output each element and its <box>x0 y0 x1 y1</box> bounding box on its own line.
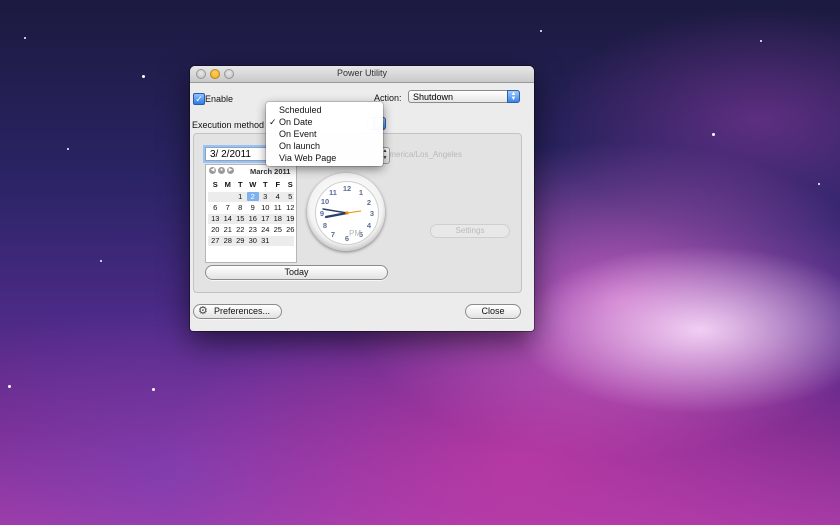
clock-hands <box>322 208 362 219</box>
star <box>8 385 11 388</box>
menu-item-on-launch[interactable]: On launch <box>279 141 320 151</box>
menu-item-via-web-page[interactable]: Via Web Page <box>279 153 336 163</box>
calendar-dow: M <box>224 180 231 189</box>
checkmark-icon: ✓ <box>195 94 203 104</box>
calendar-day[interactable]: 11 <box>272 203 285 212</box>
enable-checkbox[interactable]: ✓ <box>193 93 205 105</box>
star <box>712 133 715 136</box>
enable-label: Enable <box>205 94 234 104</box>
calendar-dow: F <box>275 180 281 189</box>
calendar-day[interactable]: 15 <box>234 214 247 223</box>
star <box>67 148 69 150</box>
preferences-label: Preferences... <box>214 306 271 316</box>
star <box>152 388 155 391</box>
date-field[interactable]: 3/ 2/2011 <box>205 147 267 161</box>
calendar-day[interactable]: 23 <box>247 225 260 234</box>
today-button[interactable]: Today <box>205 265 388 280</box>
calendar-day[interactable]: 17 <box>259 214 272 223</box>
hour-hand <box>324 211 349 219</box>
settings-button[interactable]: Settings <box>430 224 510 238</box>
previous-month-icon[interactable]: ◀ <box>209 167 216 174</box>
star <box>24 37 26 39</box>
execution-method-menu: Scheduled ✓ On Date On Event On launch V… <box>266 102 383 166</box>
gear-icon: ⚙ <box>198 305 208 317</box>
calendar-month: March 2011 <box>250 167 291 176</box>
calendar-day[interactable]: 19 <box>284 214 297 223</box>
calendar-day[interactable]: 7 <box>222 203 235 212</box>
calendar-day[interactable]: 22 <box>234 225 247 234</box>
calendar-day[interactable]: 26 <box>284 225 297 234</box>
calendar-day[interactable]: 16 <box>247 214 260 223</box>
calendar-day[interactable]: 8 <box>234 203 247 212</box>
second-hand <box>346 210 362 214</box>
minute-hand <box>322 208 348 214</box>
calendar-day[interactable]: 18 <box>272 214 285 223</box>
calendar-day[interactable]: 30 <box>247 236 260 245</box>
menu-item-on-event[interactable]: On Event <box>279 129 317 139</box>
execution-method-label: Execution method <box>192 120 265 130</box>
calendar-day[interactable]: 28 <box>222 236 235 245</box>
calendar-dow: S <box>287 180 293 189</box>
calendar-day[interactable]: 29 <box>234 236 247 245</box>
calendar-day[interactable]: 14 <box>222 214 235 223</box>
calendar: ◀ ● ▶ March 2011 S M T W T F S 1 2 3 4 5… <box>205 164 297 263</box>
calendar-day[interactable]: 31 <box>259 236 272 245</box>
calendar-day[interactable]: 21 <box>222 225 235 234</box>
calendar-day[interactable]: 20 <box>209 225 222 234</box>
calendar-day-selected[interactable]: 2 <box>246 192 259 201</box>
calendar-day[interactable]: 13 <box>209 214 222 223</box>
next-month-icon[interactable]: ▶ <box>227 167 234 174</box>
action-popup[interactable]: Shutdown ▲ ▼ <box>408 90 520 103</box>
checkmark-icon: ✓ <box>269 117 277 127</box>
calendar-day[interactable]: 10 <box>259 203 272 212</box>
calendar-dow: T <box>262 180 268 189</box>
calendar-dow: W <box>249 180 257 189</box>
star <box>540 30 542 32</box>
window-title: Power Utility <box>336 68 387 78</box>
calendar-day[interactable]: 24 <box>259 225 272 234</box>
star <box>142 75 145 78</box>
menu-item-scheduled[interactable]: Scheduled <box>279 105 322 115</box>
calendar-day[interactable]: 27 <box>209 236 222 245</box>
calendar-day[interactable]: 4 <box>272 192 285 201</box>
action-value: Shutdown <box>413 92 454 102</box>
calendar-day[interactable]: 6 <box>209 203 222 212</box>
calendar-dow: T <box>237 180 243 189</box>
calendar-day[interactable]: 9 <box>247 203 260 212</box>
calendar-day[interactable]: 12 <box>284 203 297 212</box>
close-button[interactable]: Close <box>465 304 521 319</box>
calendar-dow: S <box>212 180 218 189</box>
analog-clock[interactable]: 12 1 2 3 4 5 6 7 8 9 10 11 PM <box>307 173 385 251</box>
timezone-text: America/Los_Angeles <box>384 150 462 159</box>
menu-item-on-date[interactable]: On Date <box>279 117 313 127</box>
star <box>760 40 762 42</box>
clock-face: 12 1 2 3 4 5 6 7 8 9 10 11 PM <box>315 181 379 245</box>
calendar-day[interactable]: 5 <box>284 192 297 201</box>
calendar-day[interactable]: 3 <box>259 192 272 201</box>
calendar-day[interactable]: 1 <box>234 192 247 201</box>
popup-arrows-icon: ▲▼ <box>507 90 520 103</box>
title-bar[interactable]: Power Utility <box>190 66 534 83</box>
calendar-day[interactable]: 25 <box>272 225 285 234</box>
preferences-button[interactable]: ⚙ Preferences... <box>193 304 282 319</box>
star <box>100 260 102 262</box>
clock-center <box>345 211 349 215</box>
star <box>818 183 820 185</box>
today-dot-icon[interactable]: ● <box>218 167 225 174</box>
